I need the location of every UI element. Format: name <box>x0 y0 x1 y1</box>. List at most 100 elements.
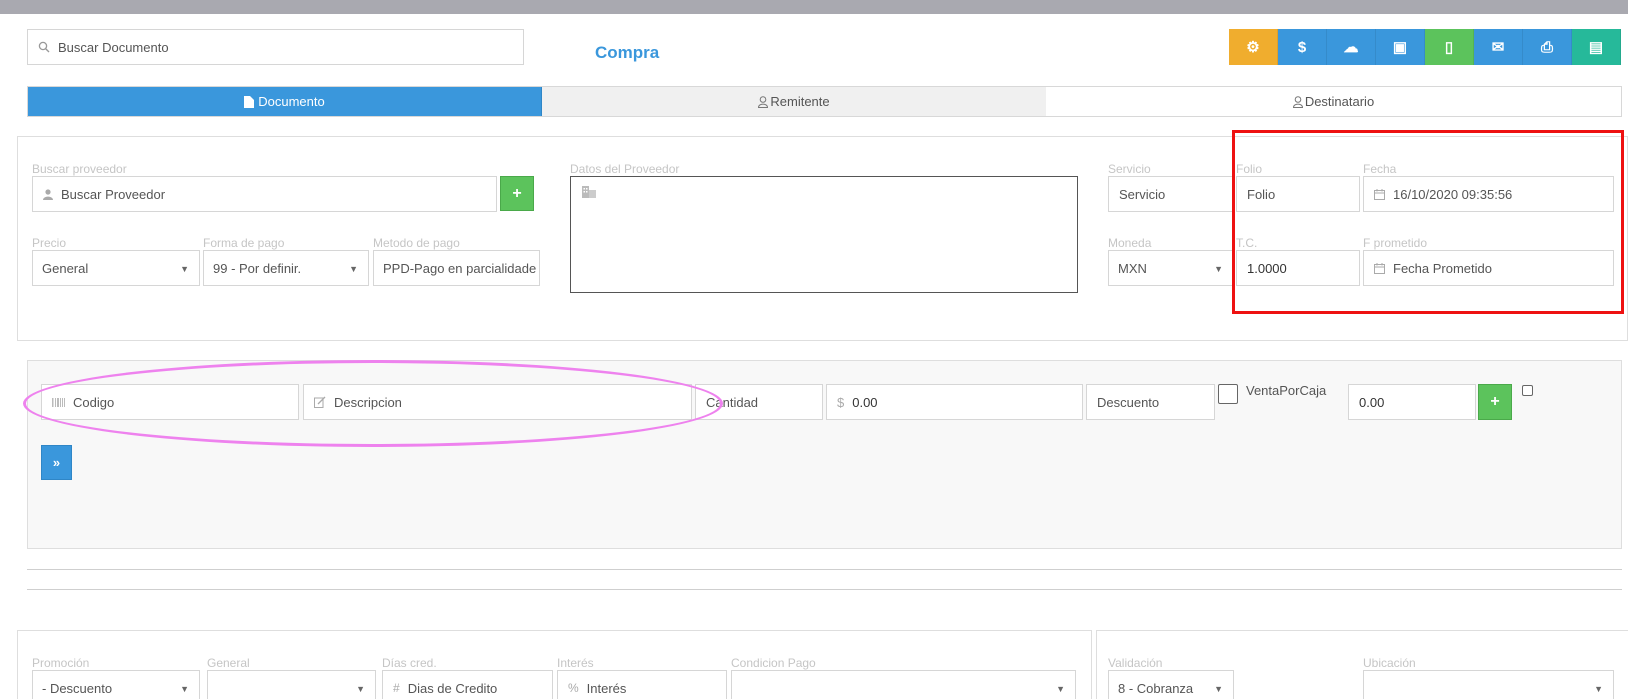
credit-days-input[interactable]: # Dias de Credito <box>382 670 553 699</box>
service-label: Servicio <box>1108 162 1151 176</box>
building-icon <box>582 186 596 201</box>
chevron-down-icon: ▼ <box>356 684 365 694</box>
print-button[interactable]: ⎙ <box>1523 29 1572 65</box>
promotion-label: Promoción <box>32 656 90 670</box>
payment-condition-label: Condicion Pago <box>731 656 816 670</box>
cloud-upload-icon: ☁ <box>1343 39 1359 56</box>
divider <box>27 589 1622 590</box>
page-title: Compra <box>595 43 660 62</box>
general-label: General <box>207 656 250 670</box>
promotion-select[interactable]: - Descuento ▼ <box>32 670 200 699</box>
sale-by-box-label: VentaPorCaja <box>1246 383 1327 398</box>
location-label: Ubicación <box>1363 656 1416 670</box>
interest-label: Interés <box>557 656 594 670</box>
dollar-icon: $ <box>1297 38 1307 56</box>
validation-label: Validación <box>1108 656 1163 670</box>
divider <box>27 569 1622 570</box>
credit-days-label: Días cred. <box>382 656 437 670</box>
new-document-button[interactable]: ▯ <box>1425 29 1474 65</box>
double-chevron-right-icon: » <box>52 455 61 470</box>
payment-method-select[interactable]: PPD-Pago en parcialidade <box>373 250 540 286</box>
toolbar: ⚙ $ ☁ ▣ ▯ ✉ ⎙ ▤ <box>1229 29 1621 65</box>
payment-method-value: PPD-Pago en parcialidade <box>383 260 537 276</box>
interest-placeholder: Interés <box>586 680 627 696</box>
supplier-search-label: Buscar proveedor <box>32 162 127 176</box>
percent-icon: % <box>568 681 579 695</box>
money-icon: ▣ <box>1392 39 1408 56</box>
highlight-ellipse <box>23 360 723 447</box>
price-value: General <box>42 260 89 276</box>
general-select[interactable]: ▼ <box>207 670 376 699</box>
search-icon <box>38 41 50 53</box>
add-item-button[interactable]: + <box>1478 384 1512 420</box>
hash-icon: # <box>393 681 400 695</box>
add-supplier-button[interactable]: + <box>500 176 534 211</box>
tab-remitente-label: Remitente <box>770 94 830 109</box>
payment-form-value: 99 - Por definir. <box>213 260 302 276</box>
user-icon <box>1292 95 1303 108</box>
top-bar <box>0 0 1628 14</box>
chevron-down-icon: ▼ <box>180 264 189 274</box>
tab-remitente[interactable]: Remitente <box>542 87 1046 116</box>
user-icon <box>43 188 53 200</box>
chevron-down-icon: ▼ <box>1214 684 1223 694</box>
service-input[interactable]: Servicio <box>1108 176 1234 212</box>
payment-condition-select[interactable]: ▼ <box>731 670 1076 699</box>
price-label: Precio <box>32 236 67 250</box>
print-icon: ⎙ <box>1540 38 1553 56</box>
chevron-down-icon: ▼ <box>1594 684 1603 694</box>
tab-destinatario-label: Destinatario <box>1304 94 1375 109</box>
item-total-value: 0.00 <box>1359 394 1385 410</box>
chevron-down-icon: ▼ <box>349 264 358 274</box>
unit-price-value: 0.00 <box>852 394 878 410</box>
email-button[interactable]: ✉ <box>1474 29 1523 65</box>
cloud-upload-button[interactable]: ☁ <box>1327 29 1376 65</box>
document-search-placeholder: Buscar Documento <box>58 39 169 55</box>
user-icon <box>758 95 769 108</box>
supplier-data-textarea[interactable] <box>570 176 1078 293</box>
unit-price-input[interactable]: $ 0.00 <box>826 384 1083 420</box>
chevron-down-icon: ▼ <box>1056 684 1065 694</box>
payment-form-select[interactable]: 99 - Por definir. ▼ <box>203 250 369 286</box>
file-icon <box>244 95 255 108</box>
discount-placeholder: Descuento <box>1097 394 1160 410</box>
tab-bar: Documento Remitente Destinatario <box>27 86 1622 117</box>
highlight-rectangle <box>1232 130 1624 314</box>
payment-button[interactable]: $ <box>1278 29 1327 65</box>
document-search-input[interactable]: Buscar Documento <box>27 29 524 65</box>
settings-button[interactable]: ⚙ <box>1229 29 1278 65</box>
payment-form-label: Forma de pago <box>203 236 285 250</box>
tab-documento[interactable]: Documento <box>28 87 542 116</box>
service-value: Servicio <box>1119 186 1166 202</box>
payment-method-label: Metodo de pago <box>373 236 460 250</box>
supplier-search-placeholder: Buscar Proveedor <box>61 186 166 202</box>
promotion-value: - Descuento <box>42 680 113 696</box>
chevron-down-icon: ▼ <box>1214 264 1223 274</box>
supplier-data-label: Datos del Proveedor <box>570 162 680 176</box>
price-select[interactable]: General ▼ <box>32 250 200 286</box>
sale-by-box-checkbox[interactable] <box>1218 384 1238 404</box>
currency-value: MXN <box>1118 260 1147 276</box>
tab-destinatario[interactable]: Destinatario <box>1046 87 1621 116</box>
interest-input[interactable]: % Interés <box>557 670 727 699</box>
item-total-input[interactable]: 0.00 <box>1348 384 1476 420</box>
validation-select[interactable]: 8 - Cobranza ▼ <box>1108 670 1234 699</box>
row-checkbox[interactable] <box>1522 385 1533 396</box>
credit-days-placeholder: Dias de Credito <box>407 680 498 696</box>
file-icon: ▯ <box>1444 39 1454 56</box>
location-select[interactable]: ▼ <box>1363 670 1614 699</box>
gears-icon: ⚙ <box>1246 39 1260 56</box>
supplier-search-input[interactable]: Buscar Proveedor <box>32 176 497 212</box>
discount-input[interactable]: Descuento <box>1086 384 1215 420</box>
save-icon: ▤ <box>1588 39 1604 56</box>
validation-value: 8 - Cobranza <box>1118 680 1194 696</box>
currency-select[interactable]: MXN ▼ <box>1108 250 1234 286</box>
currency-label: Moneda <box>1108 236 1152 250</box>
dollar-icon: $ <box>837 394 845 410</box>
plus-icon: + <box>1490 393 1500 410</box>
expand-button[interactable]: » <box>41 445 72 480</box>
save-button[interactable]: ▤ <box>1572 29 1621 65</box>
plus-icon: + <box>512 184 522 202</box>
tab-documento-label: Documento <box>258 94 325 109</box>
money-button[interactable]: ▣ <box>1376 29 1425 65</box>
